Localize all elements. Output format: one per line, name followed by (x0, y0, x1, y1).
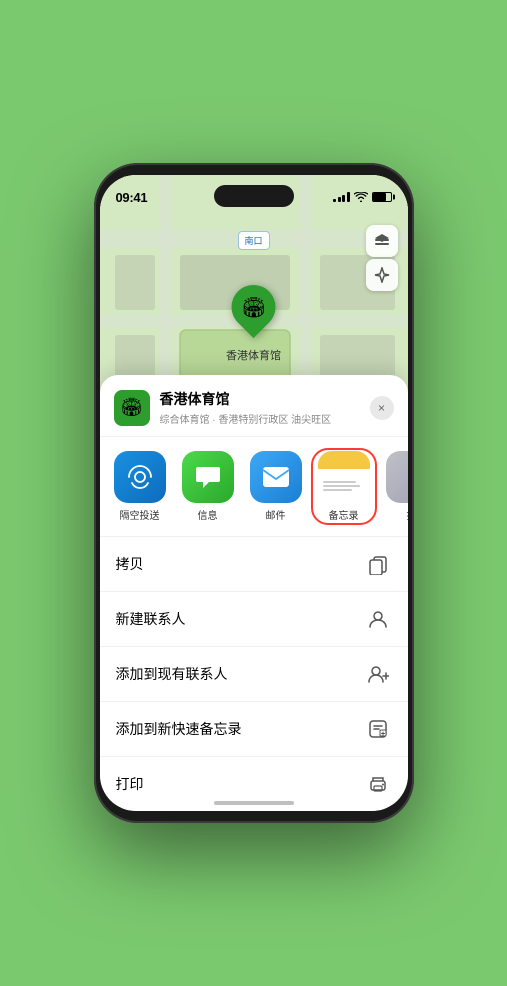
venue-name: 香港体育馆 (160, 389, 370, 409)
messages-icon (182, 451, 234, 503)
action-add-existing[interactable]: 添加到现有联系人 (100, 647, 408, 702)
notes-add-icon (364, 715, 392, 743)
copy-label: 拷贝 (116, 554, 144, 574)
share-item-more[interactable]: 推 (382, 451, 408, 522)
action-list: 拷贝 新建联系人 (100, 537, 408, 811)
location-pin: 🏟 香港体育馆 (226, 285, 281, 363)
phone-frame: 09:41 (94, 163, 414, 823)
dynamic-island (214, 185, 294, 207)
close-button[interactable]: × (370, 396, 394, 420)
person-add-icon (364, 660, 392, 688)
more-label: 推 (407, 507, 408, 522)
share-item-messages[interactable]: 信息 (178, 451, 238, 522)
status-icons (333, 192, 392, 202)
venue-subtitle: 综合体育馆 · 香港特别行政区 油尖旺区 (160, 411, 370, 426)
print-label: 打印 (116, 774, 144, 794)
share-item-airdrop[interactable]: 隔空投送 (110, 451, 170, 522)
status-time: 09:41 (116, 190, 148, 205)
notes-icon (318, 451, 370, 503)
phone-screen: 09:41 (100, 175, 408, 811)
person-icon (364, 605, 392, 633)
location-button[interactable] (366, 259, 398, 291)
messages-label: 信息 (198, 507, 218, 522)
map-north-label: 南口 (237, 231, 269, 250)
map-layers-button[interactable] (366, 225, 398, 257)
home-indicator (214, 801, 294, 805)
battery-icon (372, 192, 392, 202)
share-item-notes[interactable]: 备忘录 (314, 451, 374, 522)
action-copy[interactable]: 拷贝 (100, 537, 408, 592)
action-new-contact[interactable]: 新建联系人 (100, 592, 408, 647)
share-row: 隔空投送 信息 (100, 437, 408, 537)
pin-label: 香港体育馆 (226, 347, 281, 363)
mail-icon (250, 451, 302, 503)
wifi-icon (354, 192, 368, 202)
venue-info: 香港体育馆 综合体育馆 · 香港特别行政区 油尖旺区 (160, 389, 370, 426)
print-icon (364, 770, 392, 798)
action-add-notes[interactable]: 添加到新快速备忘录 (100, 702, 408, 757)
mail-label: 邮件 (266, 507, 286, 522)
map-controls (366, 225, 398, 291)
add-notes-label: 添加到新快速备忘录 (116, 719, 242, 739)
signal-icon (333, 192, 350, 202)
airdrop-icon (114, 451, 166, 503)
venue-emoji: 🏟 (120, 397, 143, 418)
more-icon (386, 451, 408, 503)
venue-icon: 🏟 (114, 390, 150, 426)
new-contact-label: 新建联系人 (116, 609, 186, 629)
notes-label: 备忘录 (329, 507, 359, 522)
airdrop-label: 隔空投送 (120, 507, 160, 522)
copy-icon (364, 550, 392, 578)
share-item-mail[interactable]: 邮件 (246, 451, 306, 522)
sheet-header: 🏟 香港体育馆 综合体育馆 · 香港特别行政区 油尖旺区 × (100, 375, 408, 437)
pin-emoji: 🏟 (241, 295, 266, 320)
bottom-sheet: 🏟 香港体育馆 综合体育馆 · 香港特别行政区 油尖旺区 × (100, 375, 408, 811)
add-existing-label: 添加到现有联系人 (116, 664, 228, 684)
